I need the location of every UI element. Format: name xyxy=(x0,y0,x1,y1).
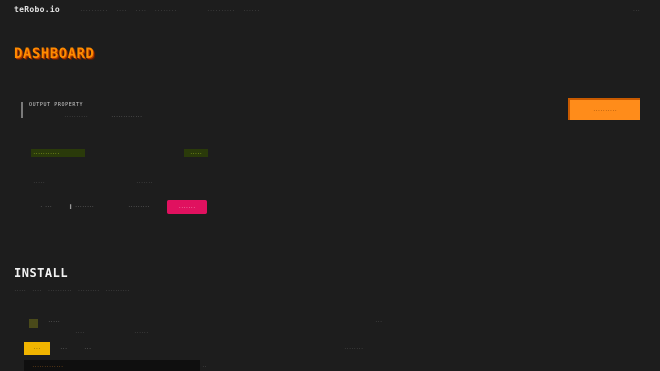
card-subtitle-value: ············· xyxy=(111,114,143,119)
row-value-c: ········· xyxy=(128,204,150,209)
list-item-name[interactable]: ····· xyxy=(48,319,60,324)
install-tab-5[interactable]: ·········· xyxy=(105,288,129,293)
card-accent-bar xyxy=(21,102,23,118)
status-badge: ··········· xyxy=(31,149,85,157)
nav-item-3[interactable]: ···· xyxy=(135,8,146,13)
install-chip-button[interactable]: ··· xyxy=(24,342,50,355)
delete-button[interactable]: ······· xyxy=(167,200,207,214)
chip-right-value: ········ xyxy=(344,346,364,351)
nav-item-6[interactable]: ······ xyxy=(243,8,260,13)
nav-item-2[interactable]: ···· xyxy=(116,8,127,13)
nav-item-5[interactable]: ·········· xyxy=(207,8,235,13)
install-tab-1[interactable]: ····· xyxy=(14,288,26,293)
app-logo[interactable]: teRobo.io xyxy=(14,5,60,14)
terminal-right-label: ·· xyxy=(202,364,207,369)
nav-item-4[interactable]: ········ xyxy=(155,8,177,13)
list-item-meta: ···· xyxy=(75,330,85,335)
chip-label-1: ··· xyxy=(60,346,68,351)
install-tabs: ····· ···· ·········· ········· ········… xyxy=(14,288,130,293)
install-tab-3[interactable]: ·········· xyxy=(48,288,72,293)
install-tab-2[interactable]: ···· xyxy=(32,288,42,293)
status-badge-secondary: ····· xyxy=(184,149,208,157)
row-value-a: · ··· xyxy=(40,204,53,209)
top-bar: teRobo.io ·········· ···· ···· ········ … xyxy=(0,0,660,22)
chip-label-2: ··· xyxy=(84,346,92,351)
package-icon xyxy=(29,319,38,328)
section-title-install: INSTALL xyxy=(14,266,69,280)
list-item-right-value: ··· xyxy=(375,319,383,324)
primary-action-button[interactable]: ·········· xyxy=(568,98,640,120)
nav-item-1[interactable]: ·········· xyxy=(80,8,108,13)
field-label-right: ······· xyxy=(136,180,153,185)
top-nav: ·········· ···· ···· ········ ··········… xyxy=(80,8,260,13)
field-label-left: ····· xyxy=(33,180,46,185)
list-item-meta-secondary: ······ xyxy=(134,330,149,335)
terminal-text: ············· xyxy=(32,364,64,369)
top-right-menu[interactable]: ··· xyxy=(633,8,640,13)
card-title: OUTPUT PROPERTY xyxy=(29,102,84,108)
page-title: DASHBOARD xyxy=(14,46,95,62)
install-tab-4[interactable]: ········· xyxy=(78,288,100,293)
row-value-b: ▌ ········ xyxy=(70,204,95,209)
card-subtitle: ·········· xyxy=(64,114,89,119)
